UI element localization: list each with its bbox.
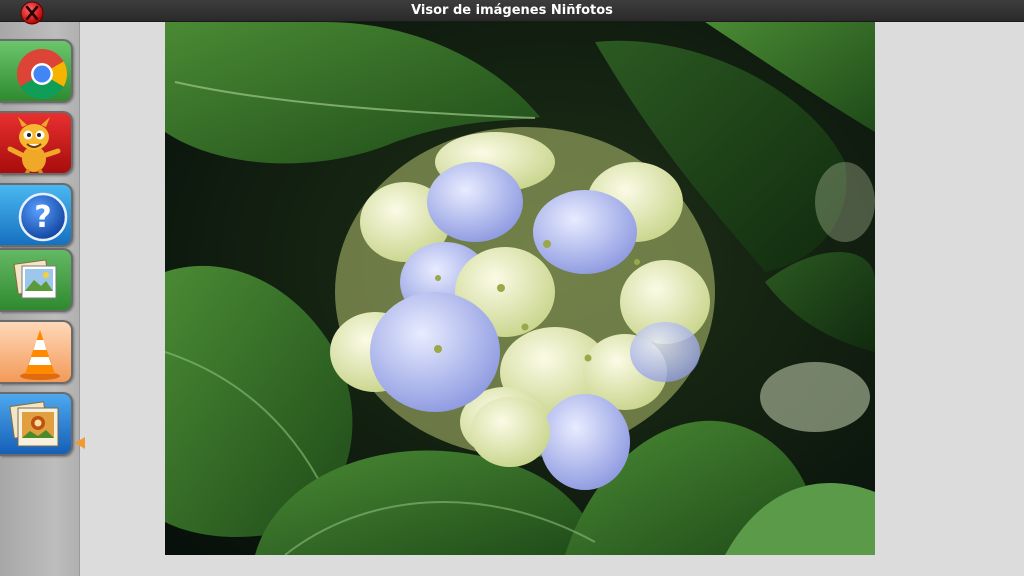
dock-item-dragon-game[interactable]: [0, 111, 73, 175]
photos-stack-icon: [13, 259, 57, 299]
chrome-icon: [17, 49, 67, 99]
dock-item-photos-active[interactable]: [0, 392, 73, 456]
active-arrow-icon: [75, 437, 85, 449]
window-title-bar: Visor de imágenes Niñfotos: [0, 0, 1024, 22]
help-question-icon: ?: [18, 192, 68, 242]
photos-stack-icon: [9, 401, 59, 447]
desktop-screen: Visor de imágenes Niñfotos ?: [0, 0, 1024, 576]
photo-viewer-image: [165, 22, 875, 555]
hydrangea-photo: [165, 22, 875, 555]
dock-item-help[interactable]: ?: [0, 183, 73, 247]
svg-text:?: ?: [34, 200, 51, 235]
window-title: Visor de imágenes Niñfotos: [411, 3, 613, 18]
dragon-mascot-icon: [7, 117, 61, 173]
close-x-icon: [20, 1, 44, 25]
application-dock: ?: [0, 22, 85, 576]
close-button[interactable]: [20, 1, 44, 25]
active-app-indicator: [74, 435, 88, 449]
dock-item-vlc[interactable]: [0, 320, 73, 384]
vlc-cone-icon: [20, 330, 60, 380]
dock-item-chrome[interactable]: [0, 39, 73, 103]
dock-item-photos[interactable]: [0, 248, 73, 312]
